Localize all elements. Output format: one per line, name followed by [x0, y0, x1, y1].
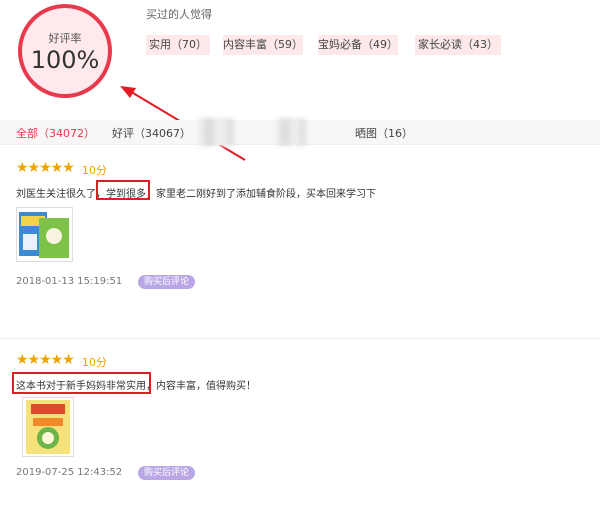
tab-photos[interactable]: 晒图（16） — [355, 125, 413, 141]
book-cover-image — [26, 400, 70, 454]
tab-all-count: （34072） — [38, 127, 95, 140]
review-photo[interactable] — [16, 207, 73, 262]
review-stars: ★★★★★ — [16, 352, 75, 368]
review-text-after: ，家里老二刚好到了添加辅食阶段，买本回来学习下 — [146, 189, 376, 200]
review-text-after: 内容丰富，值得购买！ — [156, 381, 256, 392]
review-score: 10分 — [82, 356, 107, 369]
tab-positive[interactable]: 好评（34067） — [112, 125, 191, 141]
blurred-tab — [198, 118, 234, 146]
tab-all-label: 全部 — [16, 127, 38, 140]
review-divider — [0, 338, 600, 339]
review-date: 2018-01-13 15:19:51 — [16, 276, 123, 287]
purchase-badge: 购买后评论 — [138, 466, 196, 480]
blurred-tab — [276, 118, 306, 146]
review-stars: ★★★★★ — [16, 160, 75, 176]
review-score: 10分 — [82, 164, 107, 177]
review-text-before: 刘医生关注很久了， — [16, 189, 106, 200]
review-date: 2019-07-25 12:43:52 — [16, 467, 123, 478]
purchase-badge: 购买后评论 — [138, 275, 196, 289]
review-text: 刘医生关注很久了，学到很多，家里老二刚好到了添加辅食阶段，买本回来学习下 — [16, 185, 376, 200]
highlight-box — [12, 372, 151, 394]
book-cover-image — [19, 212, 69, 258]
annotation-arrow — [120, 86, 246, 161]
tab-all[interactable]: 全部（34072） — [16, 125, 95, 141]
review-photo[interactable] — [22, 397, 74, 457]
highlight-box — [96, 180, 150, 200]
